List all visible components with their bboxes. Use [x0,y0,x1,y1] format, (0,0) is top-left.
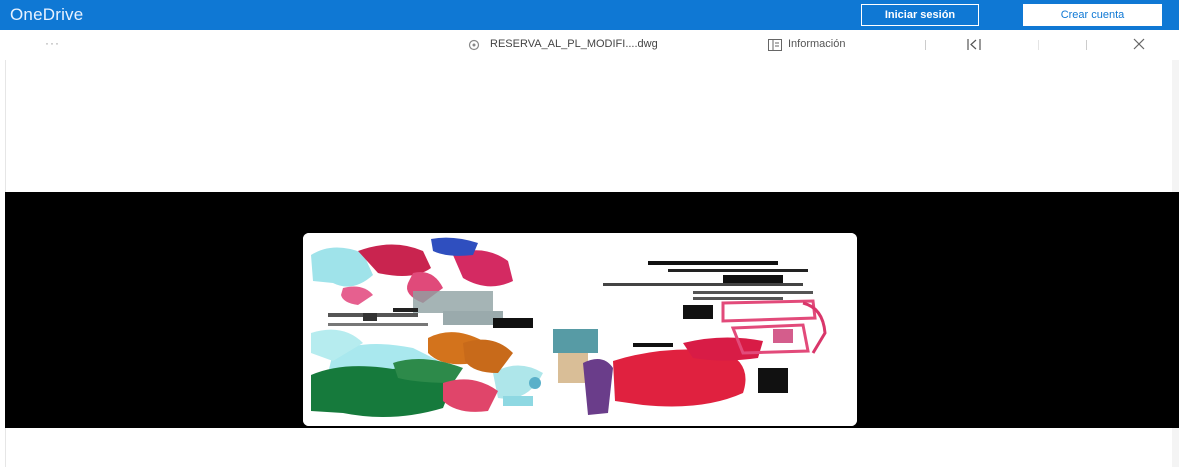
viewer-blank-area [6,60,1172,192]
top-bar: OneDrive Iniciar sesión Crear cuenta [0,0,1179,30]
toolbar-divider [925,40,926,50]
close-icon[interactable] [1133,38,1145,50]
viewer-command-bar: ··· RESERVA_AL_PL_MODIFI....dwg Informac… [0,30,1179,60]
dwg-drawing-thumbnail [303,233,857,426]
file-icon [468,39,480,51]
toolbar-divider [1038,40,1039,50]
create-account-button[interactable]: Crear cuenta [1023,4,1162,26]
more-options-button[interactable]: ··· [45,36,60,50]
info-button[interactable]: Información [788,38,845,50]
viewer-bottom-area [6,428,1172,467]
signin-button[interactable]: Iniciar sesión [861,4,979,26]
onedrive-brand[interactable]: OneDrive [10,5,83,25]
file-name: RESERVA_AL_PL_MODIFI....dwg [490,38,658,50]
collapse-icon[interactable] [967,38,981,51]
toolbar-divider [1086,40,1087,50]
info-panel-icon[interactable] [768,39,782,51]
